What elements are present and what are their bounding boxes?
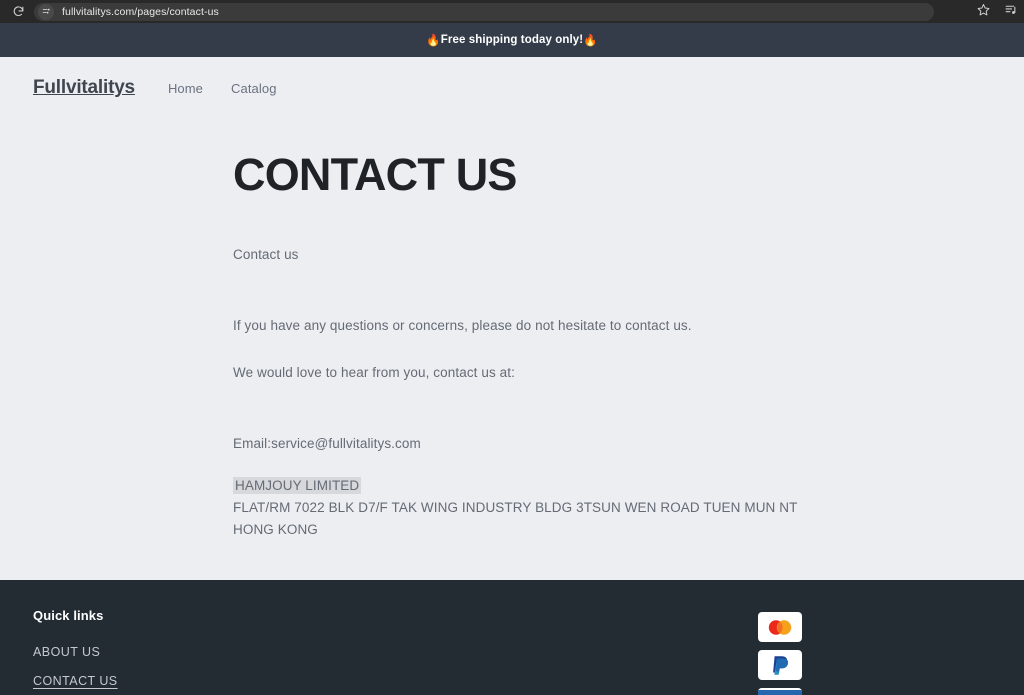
url-text: fullvitalitys.com/pages/contact-us [62, 5, 219, 18]
reading-list-icon[interactable] [1004, 3, 1018, 21]
site-footer: Quick links ABOUT US CONTACT US FAQ INTE… [0, 580, 1024, 695]
contact-body: Contact us If you have any questions or … [233, 197, 1024, 541]
company-name-line: HAMJOUY LIMITED [233, 475, 1024, 497]
site-logo[interactable]: Fullvitalitys [33, 77, 135, 99]
page-title: CONTACT US [233, 149, 517, 200]
address-line-2: HONG KONG [233, 521, 318, 537]
company-name: HAMJOUY LIMITED [233, 477, 362, 495]
reload-icon[interactable] [8, 2, 28, 22]
nav-link-catalog[interactable]: Catalog [231, 81, 277, 96]
site-header: Fullvitalitys Home Catalog [0, 57, 1024, 119]
site-settings-icon[interactable] [38, 3, 54, 20]
email-line: Email:service@fullvitalitys.com [233, 435, 421, 451]
fire-icon-left: 🔥 [426, 35, 441, 47]
paragraph-hear-from-you: We would love to hear from you, contact … [233, 365, 515, 381]
address-line-1: FLAT/RM 7022 BLK D7/F TAK WING INDUSTRY … [233, 500, 798, 516]
fire-icon-right: 🔥 [583, 35, 598, 47]
intro-text: Contact us [233, 247, 299, 262]
payment-methods: VISA [758, 608, 991, 695]
nav-link-home[interactable]: Home [168, 81, 203, 96]
browser-toolbar-actions [977, 0, 1018, 23]
visa-icon: VISA [758, 688, 802, 695]
star-icon[interactable] [977, 3, 990, 21]
footer-heading: Quick links [33, 608, 104, 623]
browser-toolbar: fullvitalitys.com/pages/contact-us [0, 0, 1024, 23]
main-nav: Home Catalog [168, 81, 277, 96]
footer-quick-links: Quick links ABOUT US CONTACT US FAQ INTE… [33, 608, 259, 695]
announcement-text: Free shipping today only! [440, 34, 584, 46]
main-content: CONTACT US Contact us If you have any qu… [0, 119, 1024, 580]
paragraph-questions: If you have any questions or concerns, p… [233, 317, 692, 333]
paypal-icon [758, 650, 802, 680]
address-bar[interactable]: fullvitalitys.com/pages/contact-us [34, 2, 934, 21]
footer-link-contact-us[interactable]: CONTACT US [33, 674, 259, 688]
mastercard-icon [758, 612, 802, 642]
footer-link-about-us[interactable]: ABOUT US [33, 645, 259, 659]
announcement-bar: 🔥 Free shipping today only! 🔥 [0, 23, 1024, 57]
